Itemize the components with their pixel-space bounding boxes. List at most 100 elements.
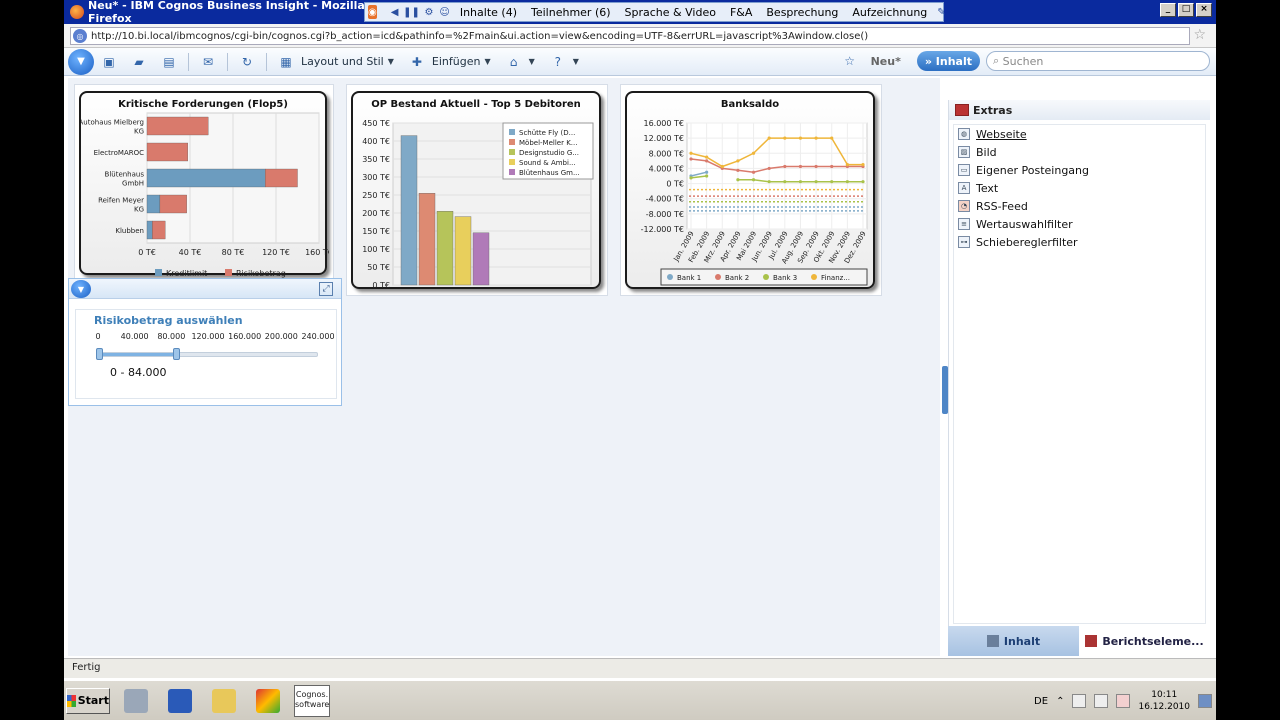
flag-icon[interactable] bbox=[1072, 694, 1087, 708]
taskbar-app-powershell[interactable] bbox=[162, 684, 198, 718]
insert-plus-icon[interactable]: ✚ bbox=[409, 54, 425, 70]
content-pane-button[interactable]: » Inhalt bbox=[916, 51, 980, 71]
slider-handle-high[interactable] bbox=[173, 348, 180, 360]
chevron-down-icon[interactable]: ▼ bbox=[573, 57, 579, 66]
chart-widget-bank-balance[interactable]: Banksaldo -12.000 T€ -8.000 T€ -4.000 T€ 0 … bbox=[620, 84, 882, 296]
extras-item-text[interactable]: A Text bbox=[954, 179, 1205, 197]
insert-menu[interactable]: Einfügen bbox=[432, 55, 481, 68]
slider-handle-low[interactable] bbox=[96, 348, 103, 360]
show-desktop-icon[interactable] bbox=[1198, 694, 1212, 708]
arrow-left-icon[interactable]: ◀ bbox=[391, 5, 399, 19]
meeting-item-audio-video[interactable]: Sprache & Video bbox=[625, 6, 716, 19]
refresh-icon[interactable]: ↻ bbox=[239, 54, 255, 70]
meeting-item-meeting[interactable]: Besprechung bbox=[766, 6, 838, 19]
screen: Neu* - IBM Cognos Business Insight - Moz… bbox=[64, 0, 1216, 720]
minimize-button[interactable]: _ bbox=[1160, 3, 1176, 17]
meeting-item-recording[interactable]: Aufzeichnung bbox=[852, 6, 927, 19]
meeting-item-contents[interactable]: Inhalte (4) bbox=[460, 6, 517, 19]
extras-item-rss[interactable]: ◔ RSS-Feed bbox=[954, 197, 1205, 215]
y-tick-label: -12.000 T€ bbox=[641, 225, 684, 234]
y-tick-label: 4.000 T€ bbox=[649, 164, 684, 173]
legend-swatch bbox=[509, 139, 515, 145]
extras-item-webpage[interactable]: ◍ Webseite bbox=[954, 125, 1205, 143]
favorite-star-icon[interactable]: ☆ bbox=[842, 53, 858, 69]
bar-segment bbox=[146, 116, 209, 136]
series-point bbox=[830, 136, 834, 140]
chevron-down-icon[interactable]: ▼ bbox=[529, 57, 535, 66]
tab-content[interactable]: Inhalt bbox=[948, 626, 1079, 656]
meeting-app-icon[interactable]: ◉ bbox=[368, 5, 377, 19]
maximize-button[interactable]: □ bbox=[1178, 3, 1194, 17]
legend-swatch bbox=[667, 274, 673, 280]
taskbar-app-cognos[interactable]: Cognos. software bbox=[294, 684, 330, 717]
meeting-toolbar: ◉ ◀ ❚❚ ⚙ ☺ Inhalte (4) Teilnehmer (6) Sp… bbox=[364, 2, 946, 22]
settings-icon[interactable]: ✎ bbox=[937, 5, 945, 19]
category-label: GmbH bbox=[122, 180, 144, 188]
slider-filter-widget[interactable]: ▼ ⤢ Risikobetrag auswählen 0 40.000 80.000… bbox=[68, 278, 342, 406]
email-icon[interactable]: ✉ bbox=[200, 54, 216, 70]
network-icon[interactable] bbox=[1094, 694, 1109, 708]
image-icon: ▨ bbox=[958, 146, 970, 158]
legend-swatch bbox=[509, 159, 515, 165]
chevron-down-icon[interactable]: ▼ bbox=[388, 57, 394, 66]
extras-item-slider-filter[interactable]: ⊶ Schiebereglerfilter bbox=[954, 233, 1205, 251]
chart-widget-op-stock[interactable]: OP Bestand Aktuell - Top 5 Debitoren 0 T… bbox=[346, 84, 608, 296]
tab-report-elements[interactable]: Berichtseleme... bbox=[1079, 626, 1210, 656]
bar bbox=[400, 135, 418, 286]
extras-item-image[interactable]: ▨ Bild bbox=[954, 143, 1205, 161]
series-point bbox=[798, 136, 803, 140]
status-bar: Fertig bbox=[64, 658, 1216, 678]
pause-icon[interactable]: ❚❚ bbox=[403, 5, 420, 19]
layout-icon[interactable]: ▦ bbox=[278, 54, 294, 70]
window-controls: _ □ × bbox=[1160, 3, 1212, 17]
maximize-icon[interactable]: ⤢ bbox=[319, 282, 333, 296]
start-button[interactable]: Start bbox=[66, 687, 110, 714]
extras-item-value-filter[interactable]: ≡ Wertauswahlfilter bbox=[954, 215, 1205, 233]
y-tick-label: -4.000 T€ bbox=[646, 195, 684, 204]
dashboard-name: Neu* bbox=[870, 54, 901, 68]
y-tick-label: 400 T€ bbox=[362, 137, 390, 146]
open-folder-icon[interactable]: ▰ bbox=[131, 54, 147, 70]
toolbox-icon bbox=[955, 104, 969, 116]
y-tick-label: 300 T€ bbox=[362, 173, 390, 182]
taskbar-app-explorer[interactable] bbox=[206, 684, 242, 718]
url-field[interactable]: ◎ http://10.bi.local/ibmcognos/cgi-bin/c… bbox=[70, 27, 1190, 45]
taskbar-app-chart-tool[interactable] bbox=[250, 684, 286, 718]
widget-menu-button[interactable]: ▼ bbox=[71, 280, 91, 298]
chart-widget-critical-receivables[interactable]: Kritische Forderungen (Flop5) 0 T€ 40 T€ 8… bbox=[74, 84, 334, 282]
clock[interactable]: 10:11 16.12.2010 bbox=[1138, 689, 1190, 713]
legend-swatch bbox=[155, 269, 162, 276]
site-identity-icon[interactable]: ◎ bbox=[73, 29, 87, 43]
share-icon[interactable]: ⚙ bbox=[424, 5, 433, 19]
meeting-item-participants[interactable]: Teilnehmer (6) bbox=[531, 6, 611, 19]
series-point bbox=[830, 180, 834, 184]
series-point bbox=[845, 180, 849, 184]
folder-icon bbox=[212, 688, 236, 713]
language-indicator[interactable]: DE bbox=[1034, 696, 1048, 707]
report-elements-icon bbox=[1085, 635, 1098, 647]
content-pane: Extras ◍ Webseite ▨ Bild ▭ Eigener Posteing… bbox=[948, 100, 1210, 656]
app-menu-button[interactable]: ▼ bbox=[68, 48, 94, 75]
people-icon[interactable]: ☺ bbox=[439, 5, 449, 19]
layout-style-menu[interactable]: Layout und Stil bbox=[301, 55, 384, 68]
chevron-down-icon[interactable]: ▼ bbox=[484, 57, 490, 66]
help-icon[interactable]: ? bbox=[550, 54, 566, 70]
security-icon[interactable] bbox=[1116, 694, 1131, 708]
extras-item-inbox[interactable]: ▭ Eigener Posteingang bbox=[954, 161, 1205, 179]
bar-segment bbox=[146, 220, 153, 240]
powershell-icon bbox=[168, 688, 192, 713]
series-point bbox=[767, 166, 771, 171]
home-icon[interactable]: ⌂ bbox=[506, 54, 522, 70]
os-taskbar: Start Cognos. software DE ⌃ 10:11 16.12.… bbox=[64, 680, 1216, 720]
legend-swatch bbox=[763, 274, 769, 280]
legend-label: Bank 1 bbox=[677, 274, 701, 282]
tray-expand-icon[interactable]: ⌃ bbox=[1056, 696, 1064, 707]
save-icon[interactable]: ▤ bbox=[161, 54, 177, 70]
taskbar-app-server-manager[interactable] bbox=[118, 684, 154, 718]
bookmark-star-icon[interactable]: ☆ bbox=[1193, 27, 1206, 43]
new-dashboard-icon[interactable]: ▣ bbox=[101, 54, 117, 70]
meeting-item-qa[interactable]: F&A bbox=[730, 6, 752, 19]
search-input[interactable]: ⌕ Suchen bbox=[986, 51, 1210, 71]
slider-track[interactable] bbox=[96, 348, 318, 360]
close-button[interactable]: × bbox=[1196, 3, 1212, 17]
